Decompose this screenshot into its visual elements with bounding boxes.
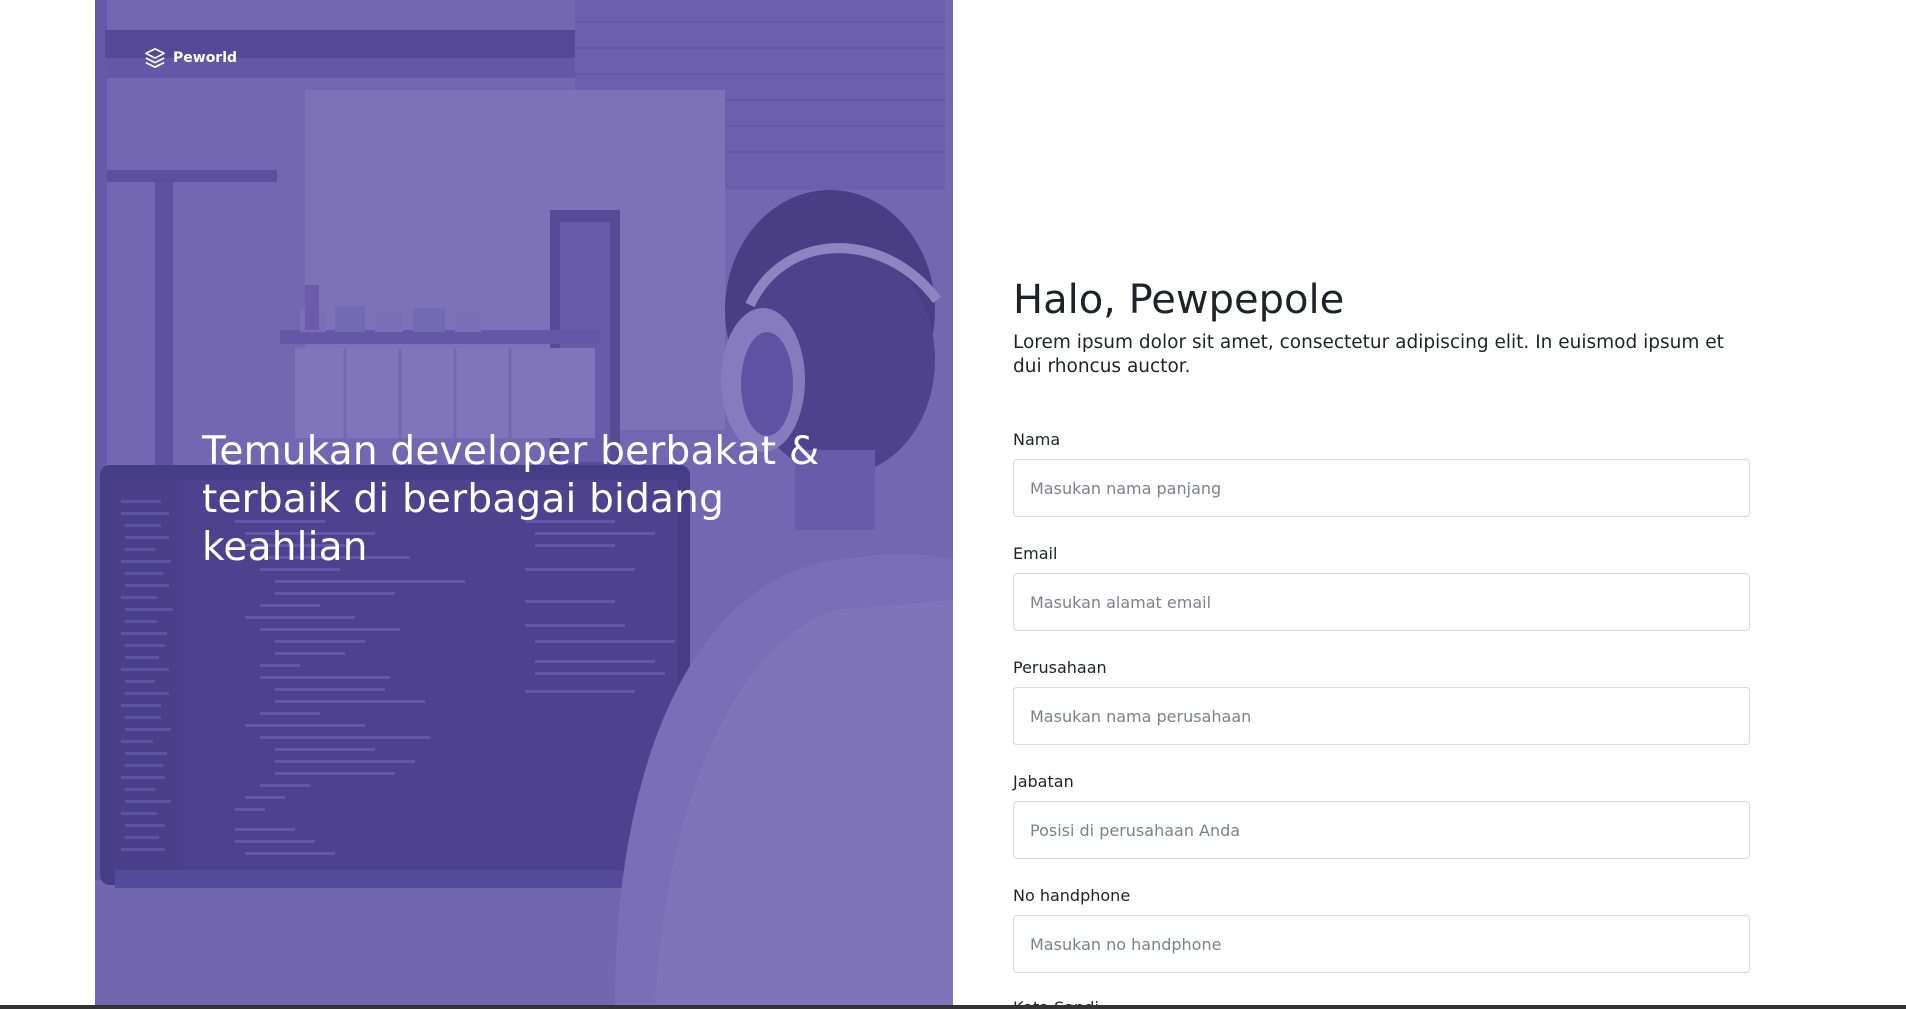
perusahaan-label: Perusahaan: [1013, 658, 1107, 677]
field-jabatan: Jabatan: [1013, 772, 1750, 859]
no-handphone-label: No handphone: [1013, 886, 1131, 905]
register-page: Peworld Temukan developer berbakat & ter…: [0, 0, 1906, 1009]
email-label: Email: [1013, 544, 1058, 563]
email-input[interactable]: [1013, 573, 1750, 631]
nama-label: Nama: [1013, 430, 1061, 449]
hero-panel: Peworld Temukan developer berbakat & ter…: [95, 0, 953, 1005]
nama-input[interactable]: [1013, 459, 1750, 517]
page-title: Halo, Pewpepole: [1013, 277, 1345, 323]
brand-name: Peworld: [173, 50, 238, 66]
bottom-edge-bar: [0, 1005, 1906, 1009]
layers-icon: [144, 47, 166, 69]
jabatan-input[interactable]: [1013, 801, 1750, 859]
no-handphone-input[interactable]: [1013, 915, 1750, 973]
register-form: Halo, Pewpepole Lorem ipsum dolor sit am…: [1013, 0, 1750, 1009]
field-no-handphone: No handphone: [1013, 886, 1750, 973]
field-email: Email: [1013, 544, 1750, 631]
field-perusahaan: Perusahaan: [1013, 658, 1750, 745]
jabatan-label: Jabatan: [1013, 772, 1074, 791]
field-nama: Nama: [1013, 430, 1750, 517]
brand-logo[interactable]: Peworld: [144, 47, 237, 69]
intro-text: Lorem ipsum dolor sit amet, consectetur …: [1013, 332, 1724, 377]
perusahaan-input[interactable]: [1013, 687, 1750, 745]
hero-headline: Temukan developer berbakat & terbaik di …: [202, 429, 820, 570]
